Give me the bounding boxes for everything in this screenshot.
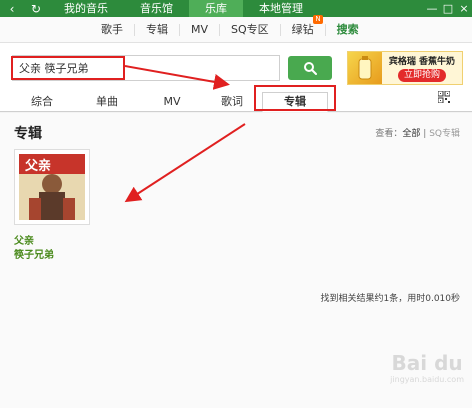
album-cover-title: 父亲 (24, 158, 51, 174)
search-button[interactable] (288, 56, 332, 80)
search-input[interactable] (12, 55, 280, 81)
search-area: 宾格瑞 香蕉牛奶 立即抢购 (0, 43, 472, 88)
watermark-logo: Bai du (391, 351, 463, 375)
result-summary: 找到相关结果约1条，用时0.010秒 (320, 294, 461, 304)
ad-buy-button[interactable]: 立即抢购 (397, 69, 446, 82)
refresh-icon[interactable]: ↻ (24, 0, 48, 17)
qr-code-icon[interactable] (438, 91, 450, 103)
top-nav-bar: ‹ ↻ 我的音乐 音乐馆 乐库 本地管理 — □ × (0, 0, 472, 17)
window-controls: — □ × (424, 0, 472, 17)
rtab-mv[interactable]: MV (142, 93, 202, 111)
sub-nav: 歌手 专辑 MV SQ专区 绿钻 N 搜索 (0, 14, 472, 43)
rtab-album[interactable]: 专辑 (262, 92, 328, 112)
tab-music-hall[interactable]: 音乐馆 (124, 0, 189, 17)
tab-local-manage[interactable]: 本地管理 (243, 0, 319, 17)
subnav-album[interactable]: 专辑 (135, 23, 180, 36)
view-all-link[interactable]: 全部 (402, 129, 420, 139)
maximize-icon[interactable]: □ (440, 0, 456, 17)
view-options: 查看：全部 | SQ专辑 (375, 126, 460, 139)
search-icon (304, 62, 317, 75)
subnav-green-diamond-label: 绿钻 (291, 22, 314, 36)
back-icon[interactable]: ‹ (0, 0, 24, 17)
rtab-lyrics[interactable]: 歌词 (202, 93, 262, 111)
subnav-sq[interactable]: SQ专区 (220, 23, 281, 36)
album-card[interactable]: 父亲 (14, 149, 90, 225)
view-sq-link[interactable]: SQ专辑 (429, 129, 460, 139)
watermark: Bai du jingyan.baidu.com (390, 351, 464, 384)
rtab-single[interactable]: 单曲 (72, 93, 142, 111)
album-name-link[interactable]: 父亲 (14, 232, 34, 247)
album-artist-link[interactable]: 筷子兄弟 (14, 246, 54, 261)
main-content: 专辑 查看：全部 | SQ专辑 父亲 父亲 筷子兄弟 找到相关结果约1条，用时0… (0, 113, 472, 408)
rtab-all[interactable]: 综合 (12, 93, 72, 111)
ad-banner[interactable]: 宾格瑞 香蕉牛奶 立即抢购 (347, 51, 463, 85)
section-title: 专辑 (14, 126, 42, 142)
minimize-icon[interactable]: — (424, 0, 440, 17)
tab-library[interactable]: 乐库 (189, 0, 243, 17)
album-cover: 父亲 (19, 154, 85, 220)
new-badge: N (313, 14, 323, 24)
view-separator: | (423, 129, 427, 139)
subnav-green-diamond[interactable]: 绿钻 N (281, 14, 326, 36)
subnav-mv[interactable]: MV (180, 23, 221, 36)
ad-product-image (348, 52, 382, 84)
subnav-singer[interactable]: 歌手 (90, 23, 135, 36)
tab-my-music[interactable]: 我的音乐 (48, 0, 124, 17)
result-tabs: 综合 单曲 MV 歌词 专辑 (0, 88, 472, 112)
watermark-url: jingyan.baidu.com (390, 375, 464, 384)
subnav-search[interactable]: 搜索 (326, 23, 370, 36)
close-icon[interactable]: × (456, 0, 472, 17)
ad-title: 宾格瑞 香蕉牛奶 (388, 57, 456, 67)
view-label: 查看： (375, 129, 403, 139)
